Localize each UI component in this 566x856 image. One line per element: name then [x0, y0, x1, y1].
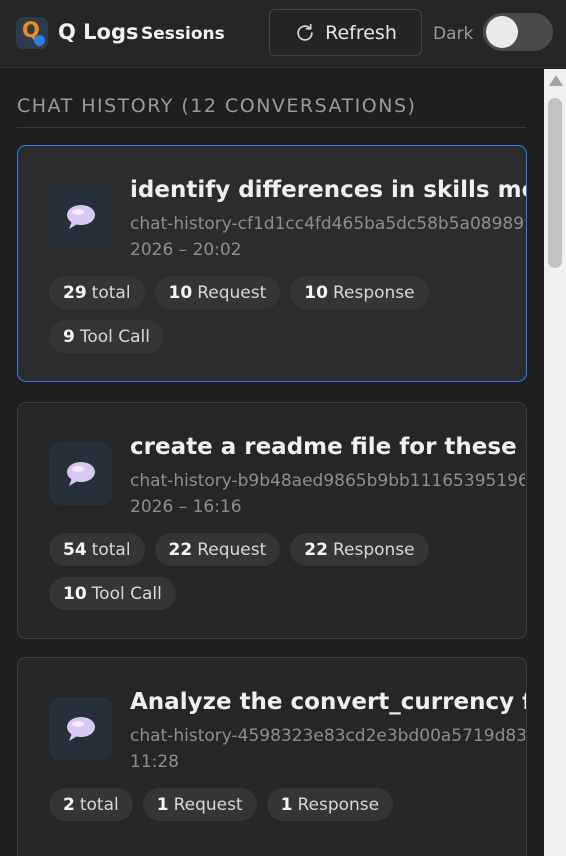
- scroll-thumb[interactable]: [548, 98, 562, 268]
- stat-chip-tool-call: 9 Tool Call: [49, 320, 165, 353]
- stat-chip-total: 29 total: [49, 276, 145, 309]
- stat-chip-total: 54 total: [49, 533, 145, 566]
- session-title: identify differences in skills measured: [130, 177, 526, 203]
- session-date: 11:28: [130, 752, 179, 772]
- stat-chip-response: 1 Response: [266, 788, 394, 821]
- session-date: 2026 – 16:16: [130, 497, 242, 517]
- session-id: chat-history-cf1d1cc4fd465ba5dc58b5a0898…: [130, 214, 525, 234]
- stat-chip-response: 22 Response: [290, 533, 429, 566]
- session-meta: chat-history-4598323e83cd2e3bd00a5719d83…: [130, 723, 525, 775]
- session-meta: chat-history-b9b48aed9865b9bb11165395196…: [130, 468, 525, 520]
- session-stats: 54 total 22 Request 22 Response 10 Tool Call: [49, 533, 509, 610]
- stat-chip-tool-call: 10 Tool Call: [49, 577, 176, 610]
- scroll-up-arrow-icon[interactable]: [549, 75, 563, 86]
- toggle-knob: [486, 16, 518, 48]
- session-card[interactable]: Analyze the convert_currency function ch…: [17, 657, 527, 856]
- stat-chip-request: 10 Request: [154, 276, 281, 309]
- refresh-button[interactable]: Refresh: [269, 9, 422, 56]
- session-id: chat-history-4598323e83cd2e3bd00a5719d83…: [130, 726, 525, 746]
- dark-mode-toggle[interactable]: [483, 13, 553, 51]
- stat-chip-request: 22 Request: [154, 533, 281, 566]
- session-title: Analyze the convert_currency function: [130, 689, 526, 715]
- stat-chip-total: 2 total: [49, 788, 133, 821]
- dark-mode-label: Dark: [433, 24, 474, 44]
- chat-bubble-icon: [49, 185, 112, 248]
- section-divider: [17, 127, 526, 128]
- stat-chip-response: 10 Response: [290, 276, 429, 309]
- refresh-icon: [297, 23, 313, 41]
- session-title: create a readme file for these steps. a: [130, 434, 526, 460]
- session-card[interactable]: create a readme file for these steps. a …: [17, 402, 527, 639]
- stat-chip-request: 1 Request: [142, 788, 257, 821]
- app-subtitle: Sessions: [141, 24, 225, 44]
- session-meta: chat-history-cf1d1cc4fd465ba5dc58b5a0898…: [130, 211, 525, 263]
- vertical-scrollbar[interactable]: [544, 69, 566, 856]
- session-date: 2026 – 20:02: [130, 240, 242, 260]
- app-title: Q Logs: [58, 20, 139, 44]
- session-list-panel: CHAT HISTORY (12 CONVERSATIONS) identify…: [0, 69, 544, 856]
- session-stats: 29 total 10 Request 10 Response 9 Tool Call: [49, 276, 509, 353]
- chat-bubble-icon: [49, 442, 112, 505]
- logo-dot-icon: [34, 35, 45, 46]
- app-logo: Q: [16, 17, 48, 49]
- refresh-label: Refresh: [325, 21, 397, 44]
- chat-bubble-icon: [49, 697, 112, 760]
- session-id: chat-history-b9b48aed9865b9bb11165395196…: [130, 471, 525, 491]
- session-stats: 2 total 1 Request 1 Response: [49, 788, 509, 821]
- session-card[interactable]: identify differences in skills measured …: [17, 145, 527, 382]
- header-bar: Q Q Logs Sessions Refresh Dark: [0, 0, 566, 68]
- app-window: Q Q Logs Sessions Refresh Dark CHAT HIST…: [0, 0, 566, 856]
- section-title: CHAT HISTORY (12 CONVERSATIONS): [17, 95, 417, 117]
